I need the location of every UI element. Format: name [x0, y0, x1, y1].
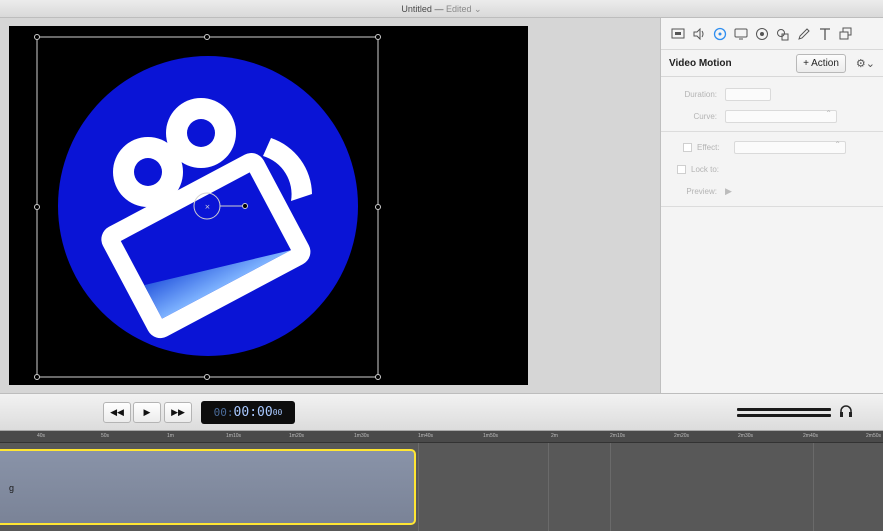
- screen-icon[interactable]: [669, 25, 687, 43]
- motion-properties: Duration: Curve: Effect: Lock to: Previe…: [661, 77, 883, 207]
- audio-icon[interactable]: [690, 25, 708, 43]
- clip-label: g: [9, 483, 15, 493]
- document-title: Untitled: [401, 4, 432, 14]
- transport-bar: ◀◀ ▶ ▶▶ 00: 00:00 00: [0, 393, 883, 431]
- ruler-tick: 40s: [37, 433, 46, 439]
- preview-row: Preview: ▶: [661, 180, 883, 202]
- timecode-main: 00:00: [233, 405, 273, 420]
- timecode-display: 00: 00:00 00: [201, 401, 295, 424]
- ruler-tick: 2m50s: [866, 433, 882, 439]
- lock-row: Lock to:: [661, 158, 883, 180]
- timeline-track[interactable]: g: [0, 443, 883, 531]
- window-title-bar: Untitled — Edited ⌄: [0, 0, 883, 18]
- ruler-tick: 2m30s: [738, 433, 754, 439]
- play-button[interactable]: ▶: [133, 402, 161, 423]
- title-separator: —: [434, 4, 444, 14]
- inspector-toolbar: [661, 18, 883, 50]
- ruler-tick: 1m40s: [418, 433, 434, 439]
- target-icon[interactable]: [753, 25, 771, 43]
- preview-label: Preview:: [686, 186, 717, 196]
- duration-row: Duration:: [661, 83, 883, 105]
- ruler-tick: 1m10s: [226, 433, 242, 439]
- track-divider: [548, 443, 549, 531]
- ruler-tick: 1m30s: [354, 433, 370, 439]
- effect-checkbox[interactable]: [683, 142, 692, 152]
- preview-play-icon[interactable]: ▶: [725, 186, 732, 197]
- edited-status[interactable]: Edited: [446, 4, 472, 14]
- timecode-hours: 00:: [213, 406, 234, 419]
- svg-text:×: ×: [205, 203, 211, 211]
- video-camera-logo-icon: ×: [34, 34, 381, 380]
- effect-select[interactable]: [734, 140, 846, 154]
- volume-bar-left: [737, 408, 831, 411]
- display-icon[interactable]: [732, 25, 750, 43]
- timeline-ruler[interactable]: 40s 50s 1m 1m10s 1m20s 1m30s 1m40s 1m50s…: [0, 431, 883, 443]
- canvas-area: ×: [0, 18, 660, 393]
- ruler-tick: 1m: [167, 433, 174, 439]
- video-clip[interactable]: g: [0, 449, 416, 525]
- divider: [661, 206, 883, 207]
- gear-icon[interactable]: ⚙⌄: [856, 57, 875, 70]
- ruler-tick: 1m50s: [483, 433, 499, 439]
- motion-icon[interactable]: [711, 25, 729, 43]
- ruler-tick: 50s: [101, 433, 110, 439]
- effect-label: Effect:: [697, 142, 720, 152]
- lock-checkbox[interactable]: [677, 164, 686, 174]
- inspector-header: Video Motion + Action ⚙⌄: [661, 50, 883, 77]
- lock-label: Lock to:: [691, 164, 720, 174]
- ruler-tick: 2m40s: [803, 433, 819, 439]
- effect-row: Effect:: [661, 136, 883, 158]
- shapes-icon[interactable]: [774, 25, 792, 43]
- divider: [661, 131, 883, 132]
- inspector-panel: Video Motion + Action ⚙⌄ Duration: Curve…: [660, 18, 883, 393]
- track-divider: [813, 443, 814, 531]
- duration-label: Duration:: [684, 89, 717, 99]
- volume-meter[interactable]: [737, 408, 831, 417]
- layers-icon[interactable]: [837, 25, 855, 43]
- ruler-tick: 2m10s: [610, 433, 626, 439]
- fast-forward-button[interactable]: ▶▶: [164, 402, 192, 423]
- text-icon[interactable]: [816, 25, 834, 43]
- ruler-tick: 2m20s: [674, 433, 690, 439]
- timecode-frames: 00: [272, 408, 283, 417]
- pen-icon[interactable]: [795, 25, 813, 43]
- curve-select[interactable]: [725, 109, 837, 123]
- track-divider: [418, 443, 419, 531]
- video-preview[interactable]: ×: [9, 26, 528, 385]
- rewind-button[interactable]: ◀◀: [103, 402, 131, 423]
- inspector-title: Video Motion: [669, 57, 732, 69]
- add-action-button[interactable]: + Action: [796, 53, 846, 73]
- curve-row: Curve:: [661, 105, 883, 127]
- curve-label: Curve:: [693, 111, 717, 121]
- track-divider: [610, 443, 611, 531]
- ruler-tick: 2m: [551, 433, 558, 439]
- ruler-tick: 1m20s: [289, 433, 305, 439]
- headphones-icon[interactable]: [839, 404, 853, 423]
- volume-bar-right: [737, 414, 831, 417]
- title-chevron-icon[interactable]: ⌄: [474, 4, 482, 14]
- duration-field[interactable]: [725, 87, 771, 101]
